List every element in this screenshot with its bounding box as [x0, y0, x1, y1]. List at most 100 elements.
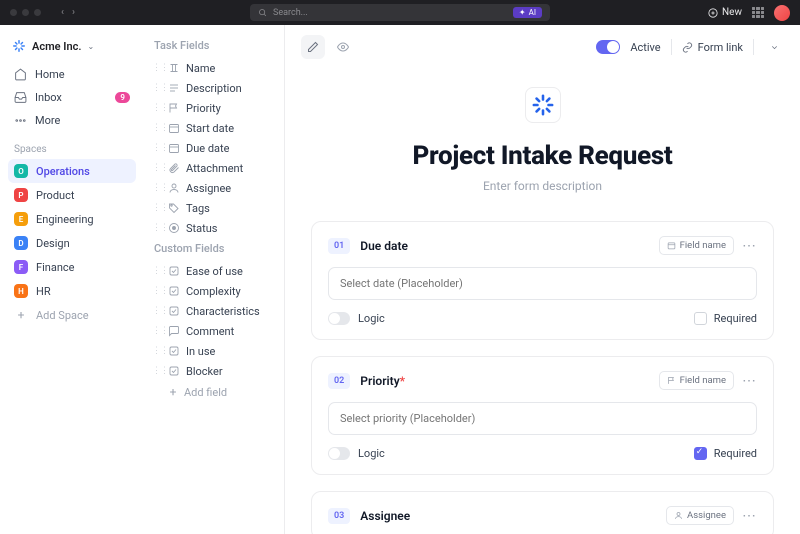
space-item-hr[interactable]: H HR [8, 279, 136, 303]
logic-toggle[interactable] [328, 312, 350, 325]
field-more-button[interactable]: ⋯ [742, 239, 757, 253]
form-field-card-priority[interactable]: 02 Priority* Field name ⋯ Logic [311, 356, 774, 475]
field-label: Ease of use [186, 265, 243, 278]
field-type-icon [168, 222, 180, 234]
edit-mode-button[interactable] [301, 35, 325, 59]
space-item-operations[interactable]: OOperations [8, 159, 136, 183]
preview-mode-button[interactable] [331, 35, 355, 59]
field-number: 03 [328, 508, 350, 524]
field-item[interactable]: ⋮⋮ Ease of use [148, 261, 276, 281]
field-label: Comment [186, 325, 234, 338]
field-label: Due date [186, 142, 229, 155]
form-field-card-assignee[interactable]: 03 Assignee Assignee ⋯ [311, 491, 774, 534]
priority-input[interactable] [328, 402, 757, 435]
drag-handle-icon[interactable]: ⋮⋮ [152, 123, 162, 133]
drag-handle-icon[interactable]: ⋮⋮ [152, 223, 162, 233]
drag-handle-icon[interactable]: ⋮⋮ [152, 63, 162, 73]
nav-inbox[interactable]: Inbox 9 [8, 86, 136, 109]
traffic-light-close[interactable] [10, 9, 17, 16]
required-checkbox[interactable] [694, 447, 707, 460]
drag-handle-icon[interactable]: ⋮⋮ [152, 346, 162, 356]
space-color-icon: H [14, 284, 28, 298]
logic-toggle[interactable] [328, 447, 350, 460]
ai-button[interactable]: ✦ AI [513, 7, 542, 18]
drag-handle-icon[interactable]: ⋮⋮ [152, 103, 162, 113]
drag-handle-icon[interactable]: ⋮⋮ [152, 326, 162, 336]
field-item[interactable]: ⋮⋮In use [148, 341, 276, 361]
flag-icon [667, 376, 676, 385]
field-item[interactable]: ⋮⋮Priority [148, 98, 276, 118]
drag-handle-icon[interactable]: ⋮⋮ [152, 143, 162, 153]
add-field-button[interactable]: + Add field [148, 381, 276, 403]
nav-home[interactable]: Home [8, 63, 136, 86]
form-description-placeholder[interactable]: Enter form description [483, 179, 602, 193]
space-item-finance[interactable]: F Finance [8, 255, 136, 279]
workspace-switcher[interactable]: Acme Inc. ⌄ [8, 35, 136, 63]
drag-handle-icon[interactable]: ⋮⋮ [152, 83, 162, 93]
search-placeholder: Search... [273, 8, 507, 18]
space-label: HR [36, 285, 51, 298]
space-color-icon: D [14, 236, 28, 250]
nav-forward-icon[interactable]: › [72, 7, 75, 18]
nav-more[interactable]: More [8, 109, 136, 132]
traffic-light-minimize[interactable] [22, 9, 29, 16]
space-item-design[interactable]: DDesign [8, 231, 136, 255]
space-item-product[interactable]: PProduct [8, 183, 136, 207]
loading-burst-icon [532, 94, 554, 116]
field-name-button[interactable]: Field name [659, 371, 734, 390]
form-title[interactable]: Project Intake Request [412, 141, 672, 171]
field-item[interactable]: ⋮⋮Complexity [148, 281, 276, 301]
search-input[interactable]: Search... ✦ AI [250, 4, 550, 21]
traffic-lights [10, 9, 41, 16]
space-item-engineering[interactable]: EEngineering [8, 207, 136, 231]
field-label: Description [186, 82, 242, 95]
spaces-title: Spaces [8, 132, 136, 159]
divider [671, 39, 672, 55]
app-grid-icon[interactable] [752, 7, 764, 19]
drag-handle-icon[interactable]: ⋮⋮ [152, 306, 162, 316]
field-name-button[interactable]: Field name [659, 236, 734, 255]
avatar[interactable] [774, 5, 790, 21]
drag-handle-icon[interactable]: ⋮⋮ [152, 286, 162, 296]
traffic-light-maximize[interactable] [34, 9, 41, 16]
drag-handle-icon[interactable]: ⋮⋮ [152, 266, 162, 276]
drag-handle-icon[interactable]: ⋮⋮ [152, 183, 162, 193]
home-icon [14, 68, 27, 81]
space-label: Finance [36, 261, 74, 274]
drag-handle-icon[interactable]: ⋮⋮ [152, 366, 162, 376]
toolbar-more-button[interactable] [764, 37, 784, 57]
space-color-icon: E [14, 212, 28, 226]
field-item[interactable]: ⋮⋮ Comment [148, 321, 276, 341]
form-link-button[interactable]: Form link [682, 41, 743, 54]
left-nav: Acme Inc. ⌄ Home Inbox 9 More Spaces OOp… [0, 25, 144, 534]
drag-handle-icon[interactable]: ⋮⋮ [152, 203, 162, 213]
form-logo[interactable] [525, 87, 561, 123]
add-space-button[interactable]: + Add Space [8, 303, 136, 327]
field-item[interactable]: ⋮⋮Status [148, 218, 276, 238]
field-type-icon [168, 202, 180, 214]
field-item[interactable]: ⋮⋮Blocker [148, 361, 276, 381]
field-type-icon [168, 325, 180, 337]
field-item[interactable]: ⋮⋮Tags [148, 198, 276, 218]
new-button[interactable]: New [708, 7, 742, 18]
field-item[interactable]: ⋮⋮ Attachment [148, 158, 276, 178]
field-item[interactable]: ⋮⋮Assignee [148, 178, 276, 198]
inbox-icon [14, 91, 27, 104]
field-name-button[interactable]: Assignee [666, 506, 734, 525]
due-date-input[interactable] [328, 267, 757, 300]
field-label: Attachment [186, 162, 243, 175]
space-color-icon: F [14, 260, 28, 274]
form-field-card-due-date[interactable]: 01 Due date Field name ⋯ Logic [311, 221, 774, 340]
field-more-button[interactable]: ⋯ [742, 374, 757, 388]
active-toggle[interactable] [596, 40, 620, 54]
field-item[interactable]: ⋮⋮ Description [148, 78, 276, 98]
chevron-down-icon [770, 43, 779, 52]
field-item[interactable]: ⋮⋮Name [148, 58, 276, 78]
field-item[interactable]: ⋮⋮Start date [148, 118, 276, 138]
field-item[interactable]: ⋮⋮Characteristics [148, 301, 276, 321]
drag-handle-icon[interactable]: ⋮⋮ [152, 163, 162, 173]
nav-back-icon[interactable]: ‹ [61, 7, 64, 18]
field-item[interactable]: ⋮⋮ Due date [148, 138, 276, 158]
required-checkbox[interactable] [694, 312, 707, 325]
field-more-button[interactable]: ⋯ [742, 509, 757, 523]
